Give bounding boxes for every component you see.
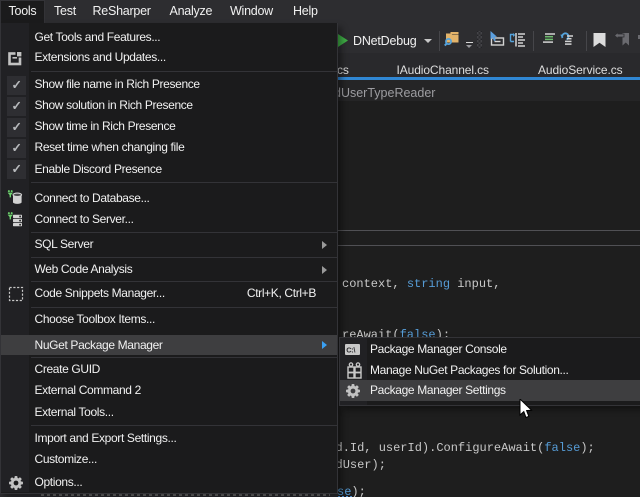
svg-text:C:\: C:\ <box>346 345 356 354</box>
